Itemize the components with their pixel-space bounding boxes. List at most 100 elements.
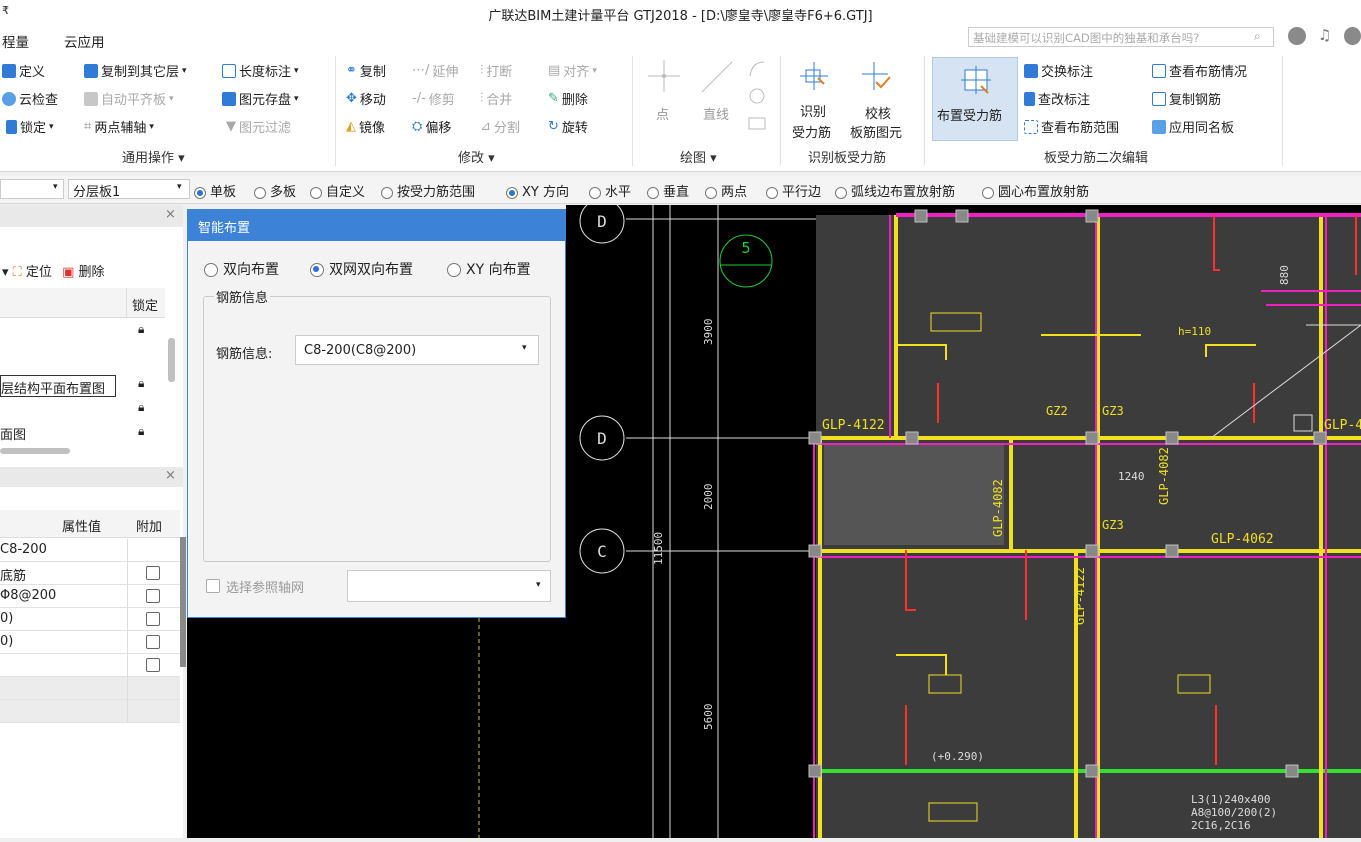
rebar-info-select[interactable]: C8-200(C8@200) ▾ (295, 335, 539, 365)
rotate-button[interactable]: ↻ 旋转 (548, 117, 588, 136)
option-radio-6[interactable]: 垂直 (647, 181, 689, 200)
merge-button[interactable]: ⫶ 合并 (480, 89, 512, 108)
lock-icon[interactable]: 🔒︎ (138, 322, 144, 337)
view-layout-button[interactable]: 查看布筋情况 (1152, 61, 1247, 80)
option-radio-1[interactable]: 多板 (254, 181, 296, 200)
ref-axis-select[interactable]: ▾ (347, 570, 551, 602)
prop-row[interactable]: C8-200 (0, 539, 180, 562)
radio-icon (506, 186, 518, 199)
v-scrollbar[interactable] (168, 338, 175, 382)
option-radio-4[interactable]: XY 方向 (506, 181, 569, 200)
recog-button[interactable]: 识别 (800, 103, 826, 122)
check-button[interactable]: 校核 (865, 103, 891, 122)
check-icon[interactable] (860, 60, 892, 92)
close-icon[interactable]: × (165, 468, 176, 483)
copy-to-floor-button[interactable]: 复制到其它层 ▾ (84, 61, 187, 80)
extra-checkbox[interactable] (146, 635, 160, 649)
prop-row[interactable]: Φ8@200 (0, 585, 180, 608)
point-icon[interactable] (646, 58, 682, 94)
group-title-modify[interactable]: 修改 ▾ (458, 147, 495, 166)
floor-dropdown[interactable]: ▾ (0, 179, 64, 199)
copy-button[interactable]: ⚭ 复制 (346, 61, 386, 80)
menu-item-cloud[interactable]: 云应用 (64, 31, 105, 51)
delete-layer-button[interactable]: 删除 (79, 265, 105, 280)
group-title-draw[interactable]: 绘图 ▾ (680, 147, 717, 166)
layer-row[interactable]: 🔒︎ (0, 319, 165, 341)
draw-tools[interactable] (746, 58, 768, 138)
layer-row[interactable]: 面图 (0, 424, 26, 443)
lock-icon[interactable]: 🔒︎ (138, 424, 144, 439)
extend-button[interactable]: ⋯/延伸 (412, 61, 458, 80)
layer-row-selected[interactable]: 层结构平面布置图 (0, 375, 116, 397)
delete-button[interactable]: ✎ 删除 (548, 89, 588, 108)
extra-checkbox[interactable] (146, 589, 160, 603)
cad-canvas[interactable]: D D C 5 3900 2000 11500 5600 GLP-4122 GL… (566, 205, 1361, 838)
break-button[interactable]: ⫶ 打断 (480, 61, 512, 80)
edit-dim-button[interactable]: 查改标注 (1024, 89, 1090, 108)
move-button[interactable]: ✥ 移动 (346, 89, 386, 108)
option-radio-0[interactable]: 单板 (194, 181, 236, 200)
extra-checkbox[interactable] (146, 658, 160, 672)
option-radio-3[interactable]: 按受力筋范围 (381, 181, 475, 200)
elem-filter-button[interactable]: ▼ 图元过滤 (226, 117, 291, 136)
copy-rebar-icon (1152, 91, 1166, 106)
apply-same-button[interactable]: 应用同名板 (1152, 117, 1234, 136)
option-radio-5[interactable]: 水平 (589, 181, 631, 200)
cloud-check-button[interactable]: 云检查 (2, 89, 58, 108)
layer-dropdown[interactable]: 分层板1 ▾ (68, 179, 190, 200)
lock-icon[interactable]: 🔒︎ (138, 400, 144, 415)
extra-checkbox[interactable] (146, 566, 160, 580)
view-range-button[interactable]: 查看布筋范围 (1024, 117, 1119, 136)
dropdown-arrow-icon[interactable]: ▾ (2, 265, 13, 280)
prop-row[interactable]: 底筋 (0, 562, 180, 585)
auto-align-button[interactable]: 自动平齐板 ▾ (84, 89, 174, 108)
prop-row[interactable] (0, 677, 180, 700)
prop-row[interactable]: 0) (0, 631, 180, 654)
prop-row[interactable] (0, 700, 180, 723)
beam-note: A8@100/200(2) (1191, 806, 1277, 819)
length-dim-button[interactable]: 长度标注 ▾ (222, 61, 299, 80)
menu-item-quantity[interactable]: 程量 (2, 31, 29, 51)
prop-row[interactable] (0, 654, 180, 677)
h-scrollbar[interactable] (0, 448, 70, 454)
offset-button[interactable]: ⛭ 偏移 (412, 117, 451, 136)
prop-row[interactable]: 0) (0, 608, 180, 631)
save-elem-button[interactable]: 图元存盘 ▾ (222, 89, 299, 108)
line-icon[interactable] (698, 58, 736, 96)
place-rebar-button[interactable]: 布置受力筋 (932, 57, 1018, 141)
user-icon[interactable] (1288, 27, 1306, 45)
option-radio-10[interactable]: 圆心布置放射筋 (982, 181, 1089, 200)
two-point-axis-button[interactable]: ⌗ 两点辅轴 ▾ (84, 117, 154, 136)
split-button[interactable]: ⊿ 分割 (480, 117, 520, 136)
recog-icon[interactable] (798, 60, 830, 92)
delete-icon: ▣ (62, 265, 75, 280)
define-button[interactable]: 定义 (2, 61, 45, 80)
search-input[interactable]: 基础建模可以识别CAD图中的独基和承台吗? (968, 27, 1274, 47)
lock-icon[interactable]: 🔒︎ (138, 376, 144, 391)
layout-mode-radio-0[interactable]: 双向布置 (204, 259, 279, 279)
search-icon[interactable]: ⌕ (1254, 29, 1261, 44)
splitter[interactable] (180, 537, 186, 667)
extra-checkbox[interactable] (146, 612, 160, 626)
chat-icon[interactable] (1344, 27, 1361, 45)
option-radio-9[interactable]: 弧线边布置放射筋 (835, 181, 955, 200)
move-icon: ✥ (346, 91, 357, 106)
mirror-button[interactable]: ◭ 镜像 (346, 117, 385, 136)
layout-mode-radio-1[interactable]: 双网双向布置 (310, 259, 413, 279)
copy-rebar-button[interactable]: 复制钢筋 (1152, 89, 1221, 108)
ref-axis-checkbox[interactable] (206, 579, 220, 593)
option-radio-8[interactable]: 平行边 (766, 181, 821, 200)
layout-mode-radio-2[interactable]: XY 向布置 (447, 259, 531, 279)
dim-label: 3900 (702, 319, 715, 346)
swap-dim-button[interactable]: 交换标注 (1024, 61, 1093, 80)
option-radio-2[interactable]: 自定义 (310, 181, 365, 200)
locate-button[interactable]: 定位 (26, 265, 52, 280)
lock-button[interactable]: 锁定 ▾ (6, 117, 54, 136)
ref-axis-label: 选择参照轴网 (226, 581, 305, 596)
option-radio-7[interactable]: 两点 (705, 181, 747, 200)
trim-button[interactable]: -/- 修剪 (412, 89, 455, 108)
align-button[interactable]: ▤ 对齐 ▾ (548, 61, 597, 80)
close-icon[interactable]: × (165, 207, 176, 222)
group-title-general[interactable]: 通用操作 ▾ (122, 147, 185, 166)
bell-icon[interactable]: ♫ (1318, 26, 1331, 44)
